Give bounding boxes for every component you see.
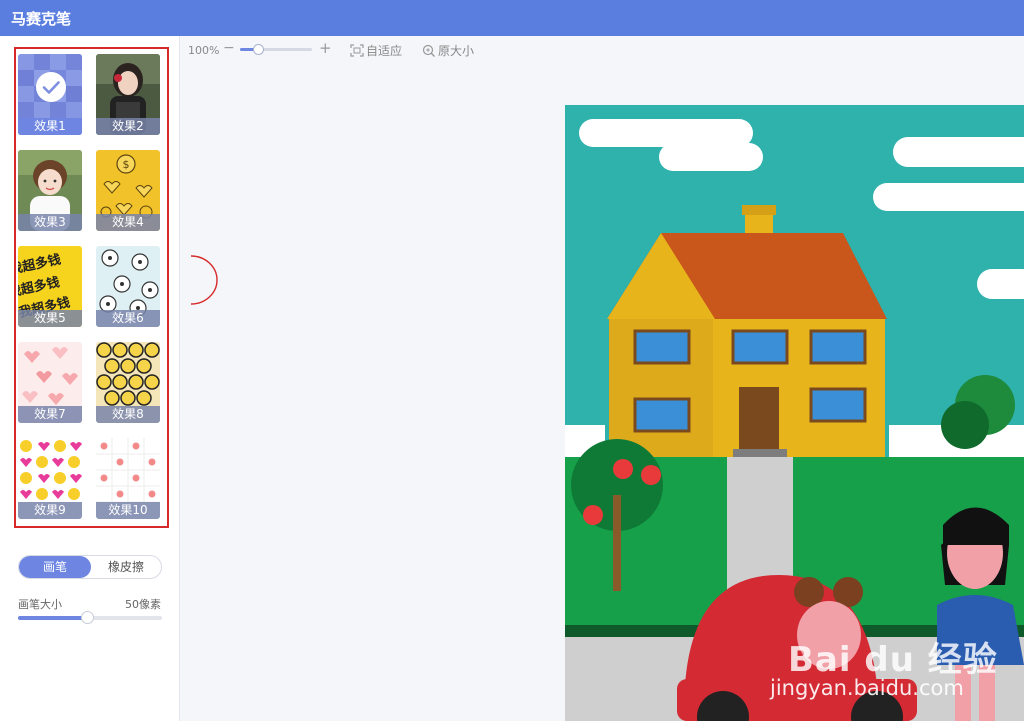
fit-label: 自适应 (366, 44, 403, 58)
original-size-button[interactable]: 原大小 (422, 42, 474, 59)
brush-size-slider[interactable] (18, 611, 162, 624)
effect-tile-6[interactable]: 效果6 (96, 246, 160, 327)
check-icon (36, 72, 66, 102)
zoom-handle[interactable] (253, 44, 264, 55)
brush-size-value: 50像素 (125, 598, 161, 611)
original-size-label: 原大小 (438, 44, 475, 58)
brush-cursor (190, 255, 218, 305)
effect-tile-1[interactable]: 效果1 (18, 54, 82, 135)
brush-mode-button[interactable]: 画笔 (19, 556, 91, 578)
fit-button[interactable]: 自适应 (350, 42, 402, 59)
effect-label: 效果1 (18, 118, 82, 135)
eraser-mode-button[interactable]: 橡皮擦 (91, 556, 161, 578)
effect-tile-3[interactable]: 效果3 (18, 150, 82, 231)
effect-label: 效果7 (18, 406, 82, 423)
baidu-watermark: Bai du 经验 jingyan.baidu.com (770, 610, 1000, 710)
effect-tile-4[interactable]: $ 效果4 (96, 150, 160, 231)
effect-tile-5[interactable]: 我超多钱 我超多钱 我超多钱 效果5 (18, 246, 82, 327)
canvas-toolbar: 100% − + 自适应 原大小 (180, 36, 1024, 66)
zoom-icon (422, 44, 435, 57)
title-bar: 马赛克笔 (0, 0, 1024, 36)
zoom-in-button[interactable]: + (319, 39, 332, 57)
brush-size-label: 画笔大小 (18, 598, 62, 611)
effect-label: 效果4 (96, 214, 160, 231)
watermark-brand: Bai du 经验 (788, 640, 998, 680)
effect-label: 效果8 (96, 406, 160, 423)
effect-label: 效果2 (96, 118, 160, 135)
effect-tile-7[interactable]: 效果7 (18, 342, 82, 423)
effect-label: 效果9 (18, 502, 82, 519)
effect-tile-8[interactable]: 效果8 (96, 342, 160, 423)
effect-tile-9[interactable]: 效果9 (18, 438, 82, 519)
effect-label: 效果5 (18, 310, 82, 327)
effects-grid: 效果1 效果2 效果3 $ 效果4 我超多钱 我超多钱 我超多钱 效果5 效果6… (14, 47, 169, 528)
effect-tile-2[interactable]: 效果2 (96, 54, 160, 135)
brush-size-fill (18, 616, 88, 620)
brush-size-handle[interactable] (81, 611, 95, 624)
effect-label: 效果3 (18, 214, 82, 231)
zoom-slider[interactable] (240, 44, 312, 55)
effect-label: 效果6 (96, 310, 160, 327)
effect-label: 效果10 (96, 502, 160, 519)
app-title: 马赛克笔 (11, 10, 72, 28)
zoom-level: 100% (188, 44, 220, 57)
watermark-url: jingyan.baidu.com (770, 676, 964, 700)
fit-icon (350, 44, 364, 57)
effect-tile-10[interactable]: 效果10 (96, 438, 160, 519)
mode-toggle: 画笔 橡皮擦 (18, 555, 162, 579)
zoom-out-button[interactable]: − (223, 40, 235, 56)
svg-text:$: $ (123, 158, 130, 171)
sidebar: 效果1 效果2 效果3 $ 效果4 我超多钱 我超多钱 我超多钱 效果5 效果6… (0, 36, 180, 721)
